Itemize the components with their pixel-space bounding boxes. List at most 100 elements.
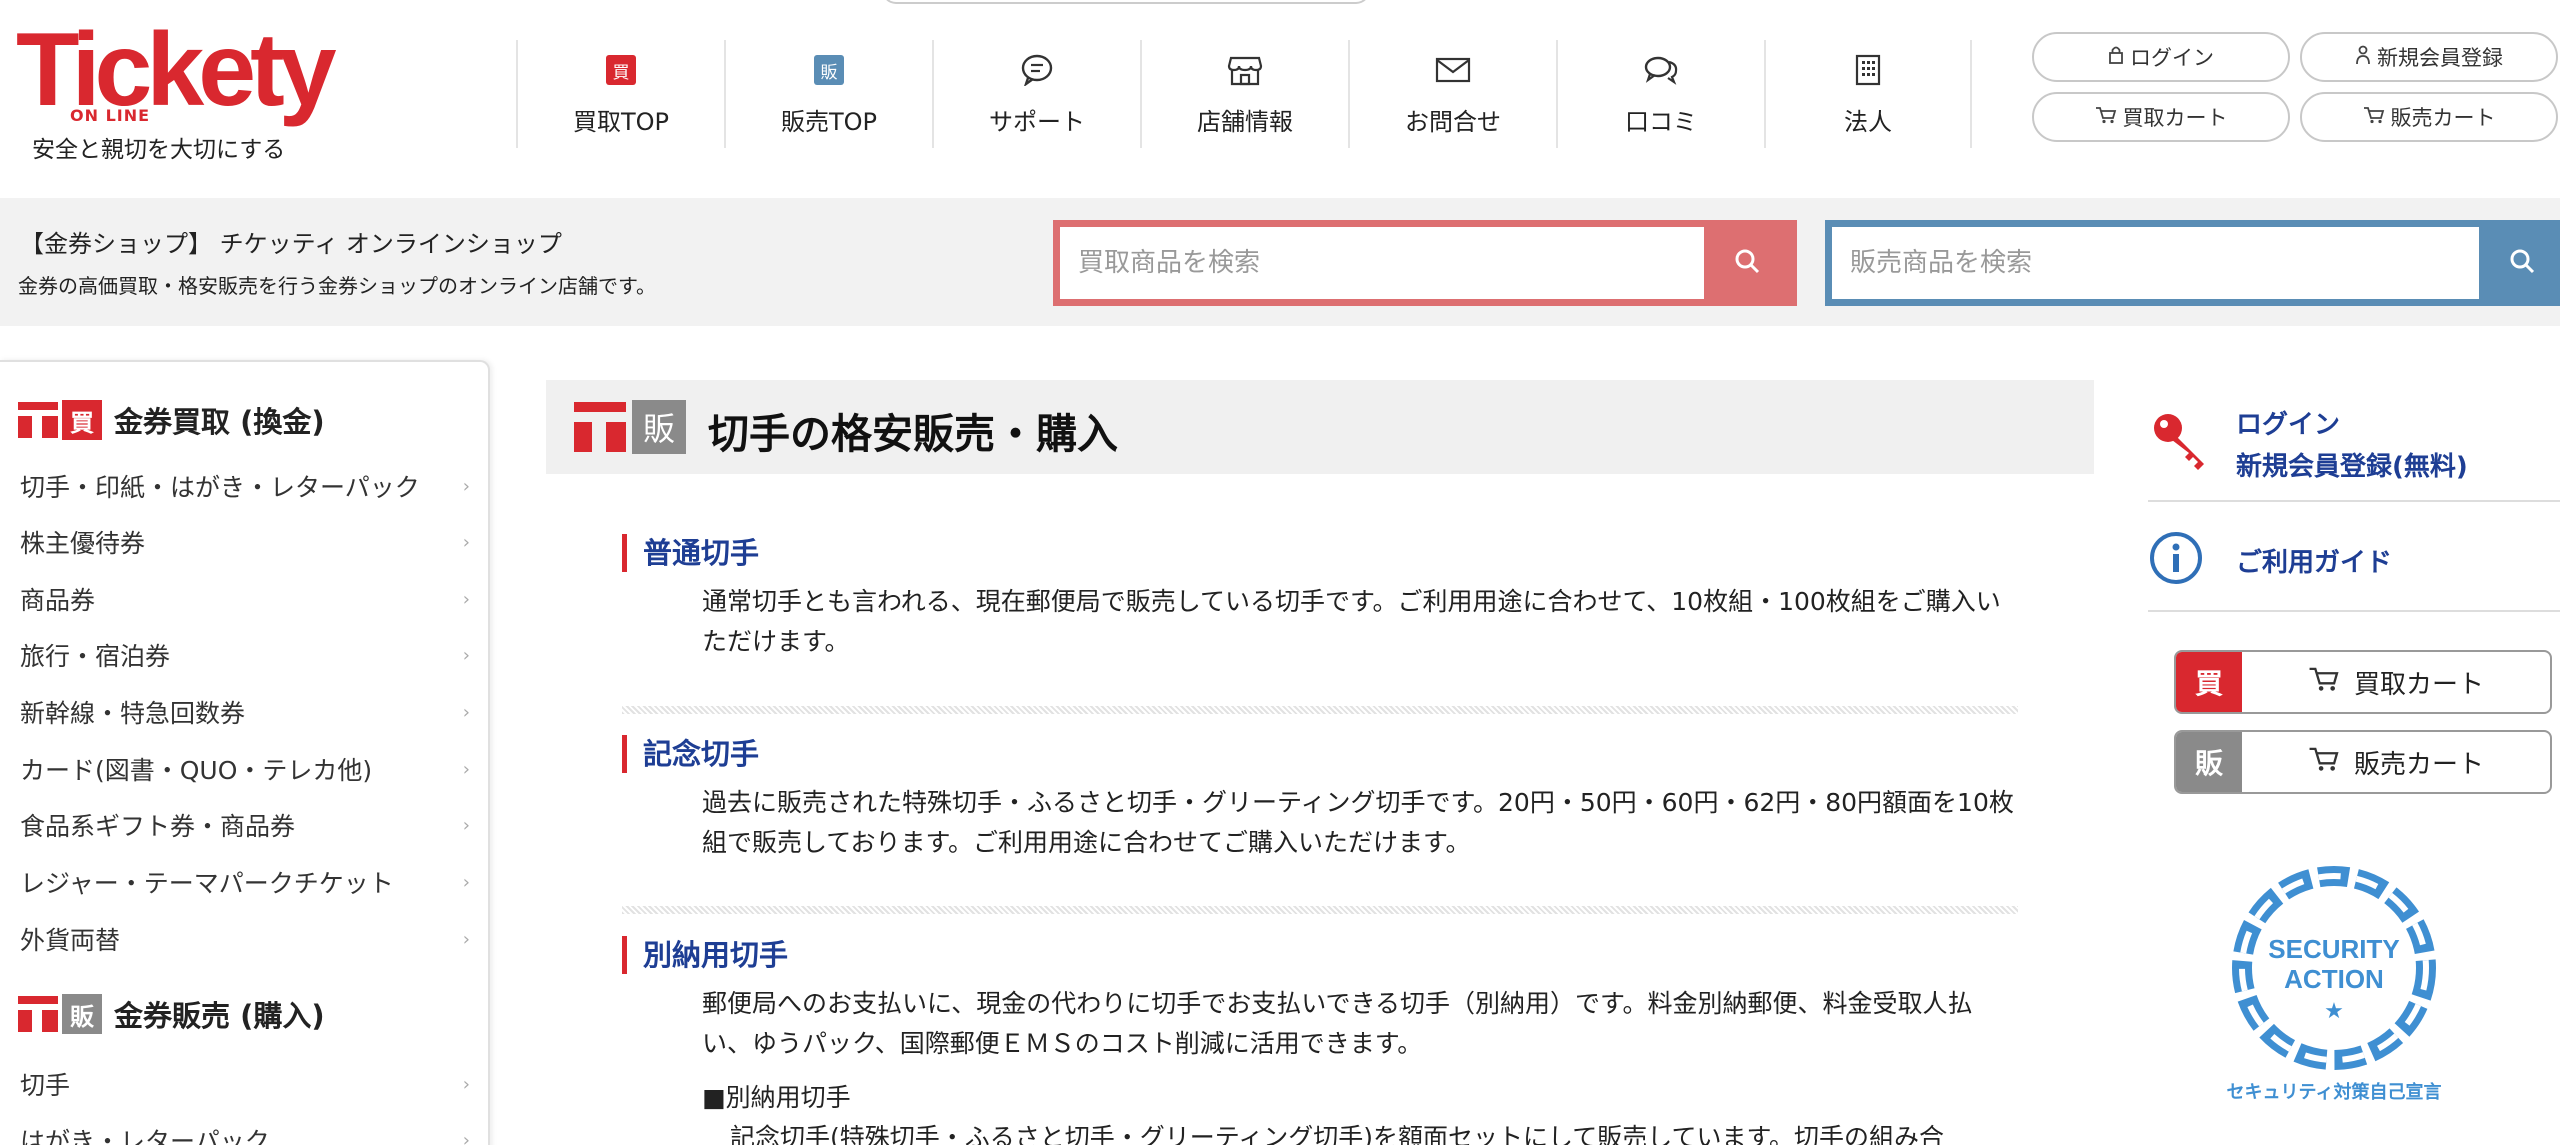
user-icon [2355,45,2371,70]
sidebar-item-gift-cert[interactable]: 商品券 › [20,579,470,619]
chevron-right-icon: › [462,814,470,836]
register-link[interactable]: 新規会員登録(無料) [2236,446,2468,483]
buy-search-input[interactable] [1060,227,1700,299]
section-divider [622,706,2018,714]
sell-title-logo-icon: 販 [574,400,690,454]
section-divider [622,906,2018,914]
sidebar-item-buy-stamps[interactable]: 切手・印紙・はがき・レターパック › [20,466,470,506]
buy-cart-button[interactable]: 買取カート [2032,92,2290,142]
section-bulk-payment-stamps: 別納用切手 郵便局へのお支払いに、現金の代わりに切手でお支払いできる切手（別納用… [622,936,2018,1145]
chevron-right-icon: › [462,475,470,497]
page-title: 切手の格安販売・購入 [708,410,1118,458]
nav-label: 店舗情報 [1197,108,1293,136]
lock-icon [2108,45,2124,70]
global-nav: 買 買取TOP 販 販売TOP サポート 店舗情報 お問合せ 口コミ 法人 [516,40,1972,148]
star-icon: ★ [2324,999,2344,1024]
section-body: 通常切手とも言われる、現在郵便局で販売している切手です。ご利用用途に合わせて、1… [702,587,2001,656]
sidebar-item-leisure[interactable]: レジャー・テーマパークチケット › [20,862,470,902]
login-panel: ログイン 新規会員登録(無料) [2148,390,2560,502]
buy-category-heading: 買 金券買取 (換金) [18,400,325,440]
nav-label: サポート [989,108,1085,136]
nav-label: 販売TOP [780,108,878,136]
chevron-right-icon: › [462,644,470,666]
sell-category-heading: 販 金券販売 (購入) [18,994,325,1034]
buy-search-form [1053,220,1797,306]
sell-search-button[interactable] [2479,227,2560,299]
buy-badge-icon: 買 [603,54,639,86]
section-body: 郵便局へのお支払いに、現金の代わりに切手でお支払いできる切手（別納用）です。料金… [702,989,1973,1058]
section-heading[interactable]: 記念切手 [622,735,2018,773]
shop-title: 【金券ショップ】 チケッティ オンラインショップ [20,230,562,258]
sidebar-item-cards[interactable]: カード(図書・QUO・テレカ他) › [20,749,470,789]
nav-corporate[interactable]: 法人 [1764,40,1972,148]
store-icon [1227,54,1263,86]
sidebar-item-travel[interactable]: 旅行・宿泊券 › [20,635,470,675]
chain-ring-icon: SECURITY ACTION ★ [2232,866,2436,1070]
chevron-right-icon: › [462,1129,470,1145]
top-pull-tab[interactable] [882,0,1370,4]
nav-reviews[interactable]: 口コミ [1556,40,1764,148]
shop-description: 金券の高価買取・格安販売を行う金券ショップのオンライン店舗です。 [18,274,656,298]
comments-icon [1643,54,1679,86]
sell-mini-logo-icon: 販 [18,994,102,1034]
category-sidebar: 買 金券買取 (換金) 切手・印紙・はがき・レターパック › 株主優待券 › 商品券… [0,360,490,1145]
guide-link: ご利用ガイド [2236,548,2393,578]
site-logo[interactable]: Tickety ON LINE 安全と親切を大切にする [16,18,346,164]
building-icon [1850,54,1886,86]
chevron-right-icon: › [462,928,470,950]
sell-badge-icon: 販 [811,54,847,86]
sidebar-item-sell-postcards[interactable]: はがき・レターパック › [20,1120,470,1145]
chevron-right-icon: › [462,701,470,723]
sell-search-form [1825,220,2560,306]
search-icon [2508,247,2536,279]
cart-icon [2363,105,2385,129]
sidebar-item-food-gift[interactable]: 食品系ギフト券・商品券 › [20,805,470,845]
nav-support[interactable]: サポート [932,40,1140,148]
sidebar-item-shareholder[interactable]: 株主優待券 › [20,522,470,562]
logo-tagline: 安全と親切を大切にする [32,137,286,163]
mail-icon [1435,54,1471,86]
section-body: 過去に販売された特殊切手・ふるさと切手・グリーティング切手です。20円・50円・… [702,788,2014,857]
sidebar-item-currency[interactable]: 外貨両替 › [20,919,470,959]
sell-tag: 販 [2176,732,2242,792]
section-commemorative-stamps: 記念切手 過去に販売された特殊切手・ふるさと切手・グリーティング切手です。20円… [622,735,2018,863]
guide-panel[interactable]: ご利用ガイド [2148,502,2560,612]
security-action-seal[interactable]: SECURITY ACTION ★ セキュリティ対策自己宣言 [2214,856,2454,1116]
register-button[interactable]: 新規会員登録 [2300,32,2558,82]
buy-mini-logo-icon: 買 [18,400,102,440]
nav-label: 買取TOP [572,108,670,136]
nav-contact[interactable]: お問合せ [1348,40,1556,148]
logo-wordmark: Tickety [16,12,337,128]
info-icon [2148,530,2204,590]
chevron-right-icon: › [462,871,470,893]
chevron-right-icon: › [462,1073,470,1095]
cart-icon [2308,666,2340,699]
chevron-right-icon: › [462,588,470,610]
search-icon [1733,247,1761,279]
nav-label: 口コミ [1625,108,1697,136]
site-header: Tickety ON LINE 安全と親切を大切にする 買 買取TOP 販 販売… [0,0,2560,198]
nav-store-info[interactable]: 店舗情報 [1140,40,1348,148]
section-heading[interactable]: 別納用切手 [622,936,2018,974]
section-heading[interactable]: 普通切手 [622,534,2018,572]
buy-tag: 買 [2176,652,2242,712]
sell-cart-button[interactable]: 販売カート [2300,92,2558,142]
login-link[interactable]: ログイン [2236,404,2340,441]
cart-icon [2308,746,2340,779]
sidebar-item-sell-stamps[interactable]: 切手 › [20,1064,470,1104]
nav-buy-top[interactable]: 買 買取TOP [516,40,724,148]
chevron-right-icon: › [462,531,470,553]
nav-sell-top[interactable]: 販 販売TOP [724,40,932,148]
page-title-bar: 販 切手の格安販売・購入 [546,380,2094,474]
sidebar-item-shinkansen[interactable]: 新幹線・特急回数券 › [20,692,470,732]
nav-label: 法人 [1844,108,1892,136]
sell-search-input[interactable] [1832,227,2472,299]
right-buy-cart-button[interactable]: 買 買取カート [2174,650,2552,714]
svg-text:SECURITY: SECURITY [2268,934,2399,964]
buy-search-button[interactable] [1704,227,1790,299]
logo-sub: ON LINE [70,106,151,125]
svg-text:ACTION: ACTION [2284,964,2384,994]
chevron-right-icon: › [462,758,470,780]
right-sell-cart-button[interactable]: 販 販売カート [2174,730,2552,794]
login-button[interactable]: ログイン [2032,32,2290,82]
